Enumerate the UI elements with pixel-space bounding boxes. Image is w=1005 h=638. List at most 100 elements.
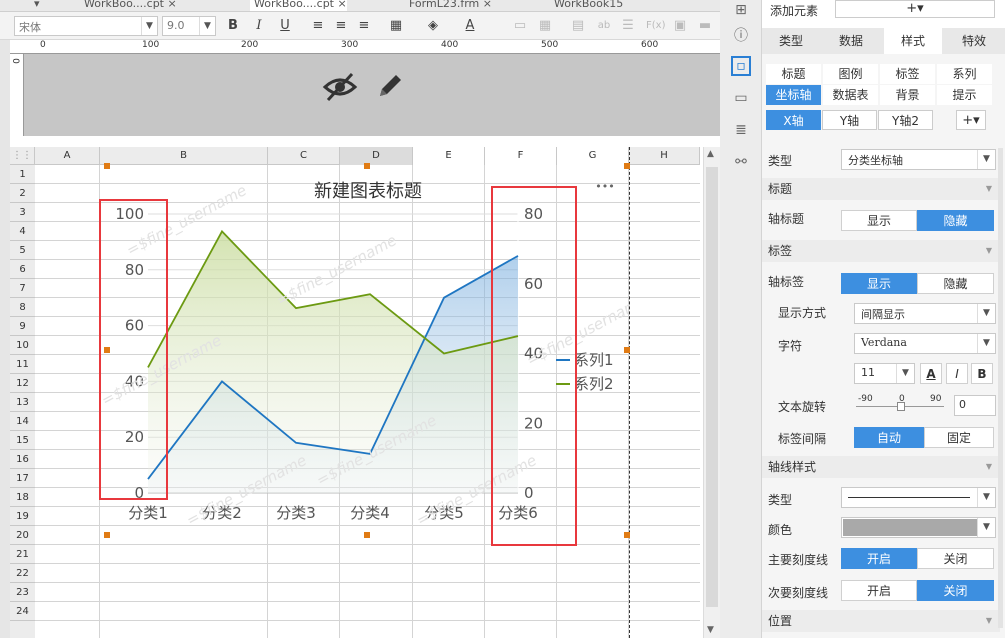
- display-mode-select[interactable]: 间隔显示 ▼: [854, 303, 996, 324]
- legend-label-1[interactable]: 系列1: [574, 351, 614, 369]
- bold-button[interactable]: B: [225, 16, 241, 36]
- hide-eye-icon[interactable]: [322, 71, 358, 103]
- label-font-size-select[interactable]: 11 ▼: [854, 363, 915, 384]
- resize-handle[interactable]: [624, 532, 630, 538]
- link-icon[interactable]: ⚯: [731, 152, 751, 172]
- info-icon[interactable]: ⓘ: [731, 26, 751, 46]
- axis-tab-y2[interactable]: Y轴2: [878, 110, 933, 130]
- align-left-icon[interactable]: ≡: [310, 16, 326, 36]
- panel-scrollbar[interactable]: [998, 148, 1003, 628]
- underline-button[interactable]: U: [277, 16, 293, 36]
- row-header[interactable]: 4: [10, 222, 35, 241]
- subtab-title[interactable]: 标题: [766, 64, 821, 84]
- section-position[interactable]: 位置 ▼: [762, 610, 1000, 632]
- select-all-corner[interactable]: ⋮⋮: [10, 147, 35, 165]
- legend-label-2[interactable]: 系列2: [574, 375, 614, 393]
- column-header[interactable]: E: [413, 147, 485, 165]
- row-header[interactable]: 21: [10, 545, 35, 564]
- subtab-series[interactable]: 系列: [937, 64, 992, 84]
- label-bold-button[interactable]: B: [971, 363, 993, 384]
- row-header[interactable]: 24: [10, 602, 35, 621]
- add-axis-button[interactable]: +▾: [956, 110, 986, 130]
- row-header[interactable]: 22: [10, 564, 35, 583]
- minor-tick-on-button[interactable]: 开启: [841, 580, 917, 601]
- add-element-button[interactable]: +▾: [835, 0, 995, 18]
- column-header[interactable]: B: [100, 147, 268, 165]
- insert-icon[interactable]: ▤: [570, 16, 586, 36]
- chart-icon[interactable]: ▬: [697, 16, 713, 36]
- row-header[interactable]: 10: [10, 336, 35, 355]
- resize-handle[interactable]: [104, 163, 110, 169]
- row-header[interactable]: 17: [10, 469, 35, 488]
- section-title[interactable]: 标题 ▼: [762, 178, 1000, 200]
- resize-handle[interactable]: [364, 163, 370, 169]
- row-header[interactable]: 8: [10, 298, 35, 317]
- row-header[interactable]: 7: [10, 279, 35, 298]
- label-font-color-button[interactable]: A: [920, 363, 942, 384]
- vertical-scrollbar[interactable]: ▲ ▼: [703, 147, 720, 638]
- row-header[interactable]: 12: [10, 374, 35, 393]
- rotation-input[interactable]: 0: [954, 395, 996, 416]
- tab-workbook-2[interactable]: WorkBoo....cpt ×: [250, 0, 347, 11]
- font-color-button[interactable]: A: [462, 16, 478, 36]
- pencil-icon[interactable]: [374, 70, 406, 102]
- column-header[interactable]: F: [485, 147, 557, 165]
- scroll-down-icon[interactable]: ▼: [707, 625, 714, 635]
- row-header[interactable]: 23: [10, 583, 35, 602]
- scroll-thumb[interactable]: [706, 167, 718, 607]
- font-name-select[interactable]: 宋体 ▼: [14, 16, 158, 36]
- column-header[interactable]: A: [35, 147, 100, 165]
- row-header[interactable]: 9: [10, 317, 35, 336]
- column-header[interactable]: C: [268, 147, 340, 165]
- resize-handle[interactable]: [104, 532, 110, 538]
- major-tick-off-button[interactable]: 关闭: [917, 548, 994, 569]
- row-header[interactable]: 15: [10, 431, 35, 450]
- axis-label-hide-button[interactable]: 隐藏: [917, 273, 994, 294]
- frame-icon[interactable]: ▫: [731, 56, 751, 76]
- font-family-select[interactable]: Verdana ▼: [854, 333, 996, 354]
- resize-handle[interactable]: [364, 532, 370, 538]
- align-center-icon[interactable]: ≡: [333, 16, 349, 36]
- tab-workbook15[interactable]: WorkBook15: [550, 0, 623, 11]
- subtab-datasheet[interactable]: 数据表: [823, 85, 878, 105]
- row-header[interactable]: 3: [10, 203, 35, 222]
- line-type-select[interactable]: ▼: [841, 487, 996, 508]
- stack-icon[interactable]: ≣: [731, 120, 751, 140]
- row-header[interactable]: 6: [10, 260, 35, 279]
- resize-handle[interactable]: [624, 163, 630, 169]
- rotation-slider-thumb[interactable]: [897, 402, 905, 411]
- tab-menu[interactable]: ▾: [30, 0, 40, 11]
- row-header[interactable]: 11: [10, 355, 35, 374]
- interval-auto-button[interactable]: 自动: [854, 427, 924, 448]
- row-header[interactable]: 18: [10, 488, 35, 507]
- row-header[interactable]: 14: [10, 412, 35, 431]
- subtab-label[interactable]: 标签: [880, 64, 935, 84]
- axis-tab-y[interactable]: Y轴: [822, 110, 877, 130]
- section-label[interactable]: 标签 ▼: [762, 240, 1000, 262]
- column-header[interactable]: D: [340, 147, 413, 165]
- tab-data[interactable]: 数据: [822, 28, 880, 54]
- axis-type-select[interactable]: 分类坐标轴 ▼: [841, 149, 996, 170]
- row-header[interactable]: 2: [10, 184, 35, 203]
- minor-tick-off-button[interactable]: 关闭: [917, 580, 994, 601]
- column-header[interactable]: G: [557, 147, 629, 165]
- row-header[interactable]: 5: [10, 241, 35, 260]
- resize-handle[interactable]: [624, 347, 630, 353]
- row-header[interactable]: 20: [10, 526, 35, 545]
- text-ab-button[interactable]: ab: [596, 16, 612, 36]
- interval-fixed-button[interactable]: 固定: [924, 427, 994, 448]
- list-icon[interactable]: ☰: [620, 16, 636, 36]
- subtab-legend[interactable]: 图例: [823, 64, 878, 84]
- line-color-select[interactable]: ▼: [841, 517, 996, 538]
- align-right-icon[interactable]: ≡: [356, 16, 372, 36]
- subtab-background[interactable]: 背景: [880, 85, 935, 105]
- font-size-select[interactable]: 9.0 ▼: [162, 16, 216, 36]
- border-icon[interactable]: ▦: [388, 16, 404, 36]
- axis-title-hide-button[interactable]: 隐藏: [917, 210, 994, 231]
- grid-icon[interactable]: ⊞: [731, 0, 751, 20]
- row-header[interactable]: 16: [10, 450, 35, 469]
- tab-form[interactable]: FormL23.frm ×: [405, 0, 492, 11]
- italic-button[interactable]: I: [251, 16, 267, 36]
- image-icon[interactable]: ▣: [672, 16, 688, 36]
- row-header[interactable]: 13: [10, 393, 35, 412]
